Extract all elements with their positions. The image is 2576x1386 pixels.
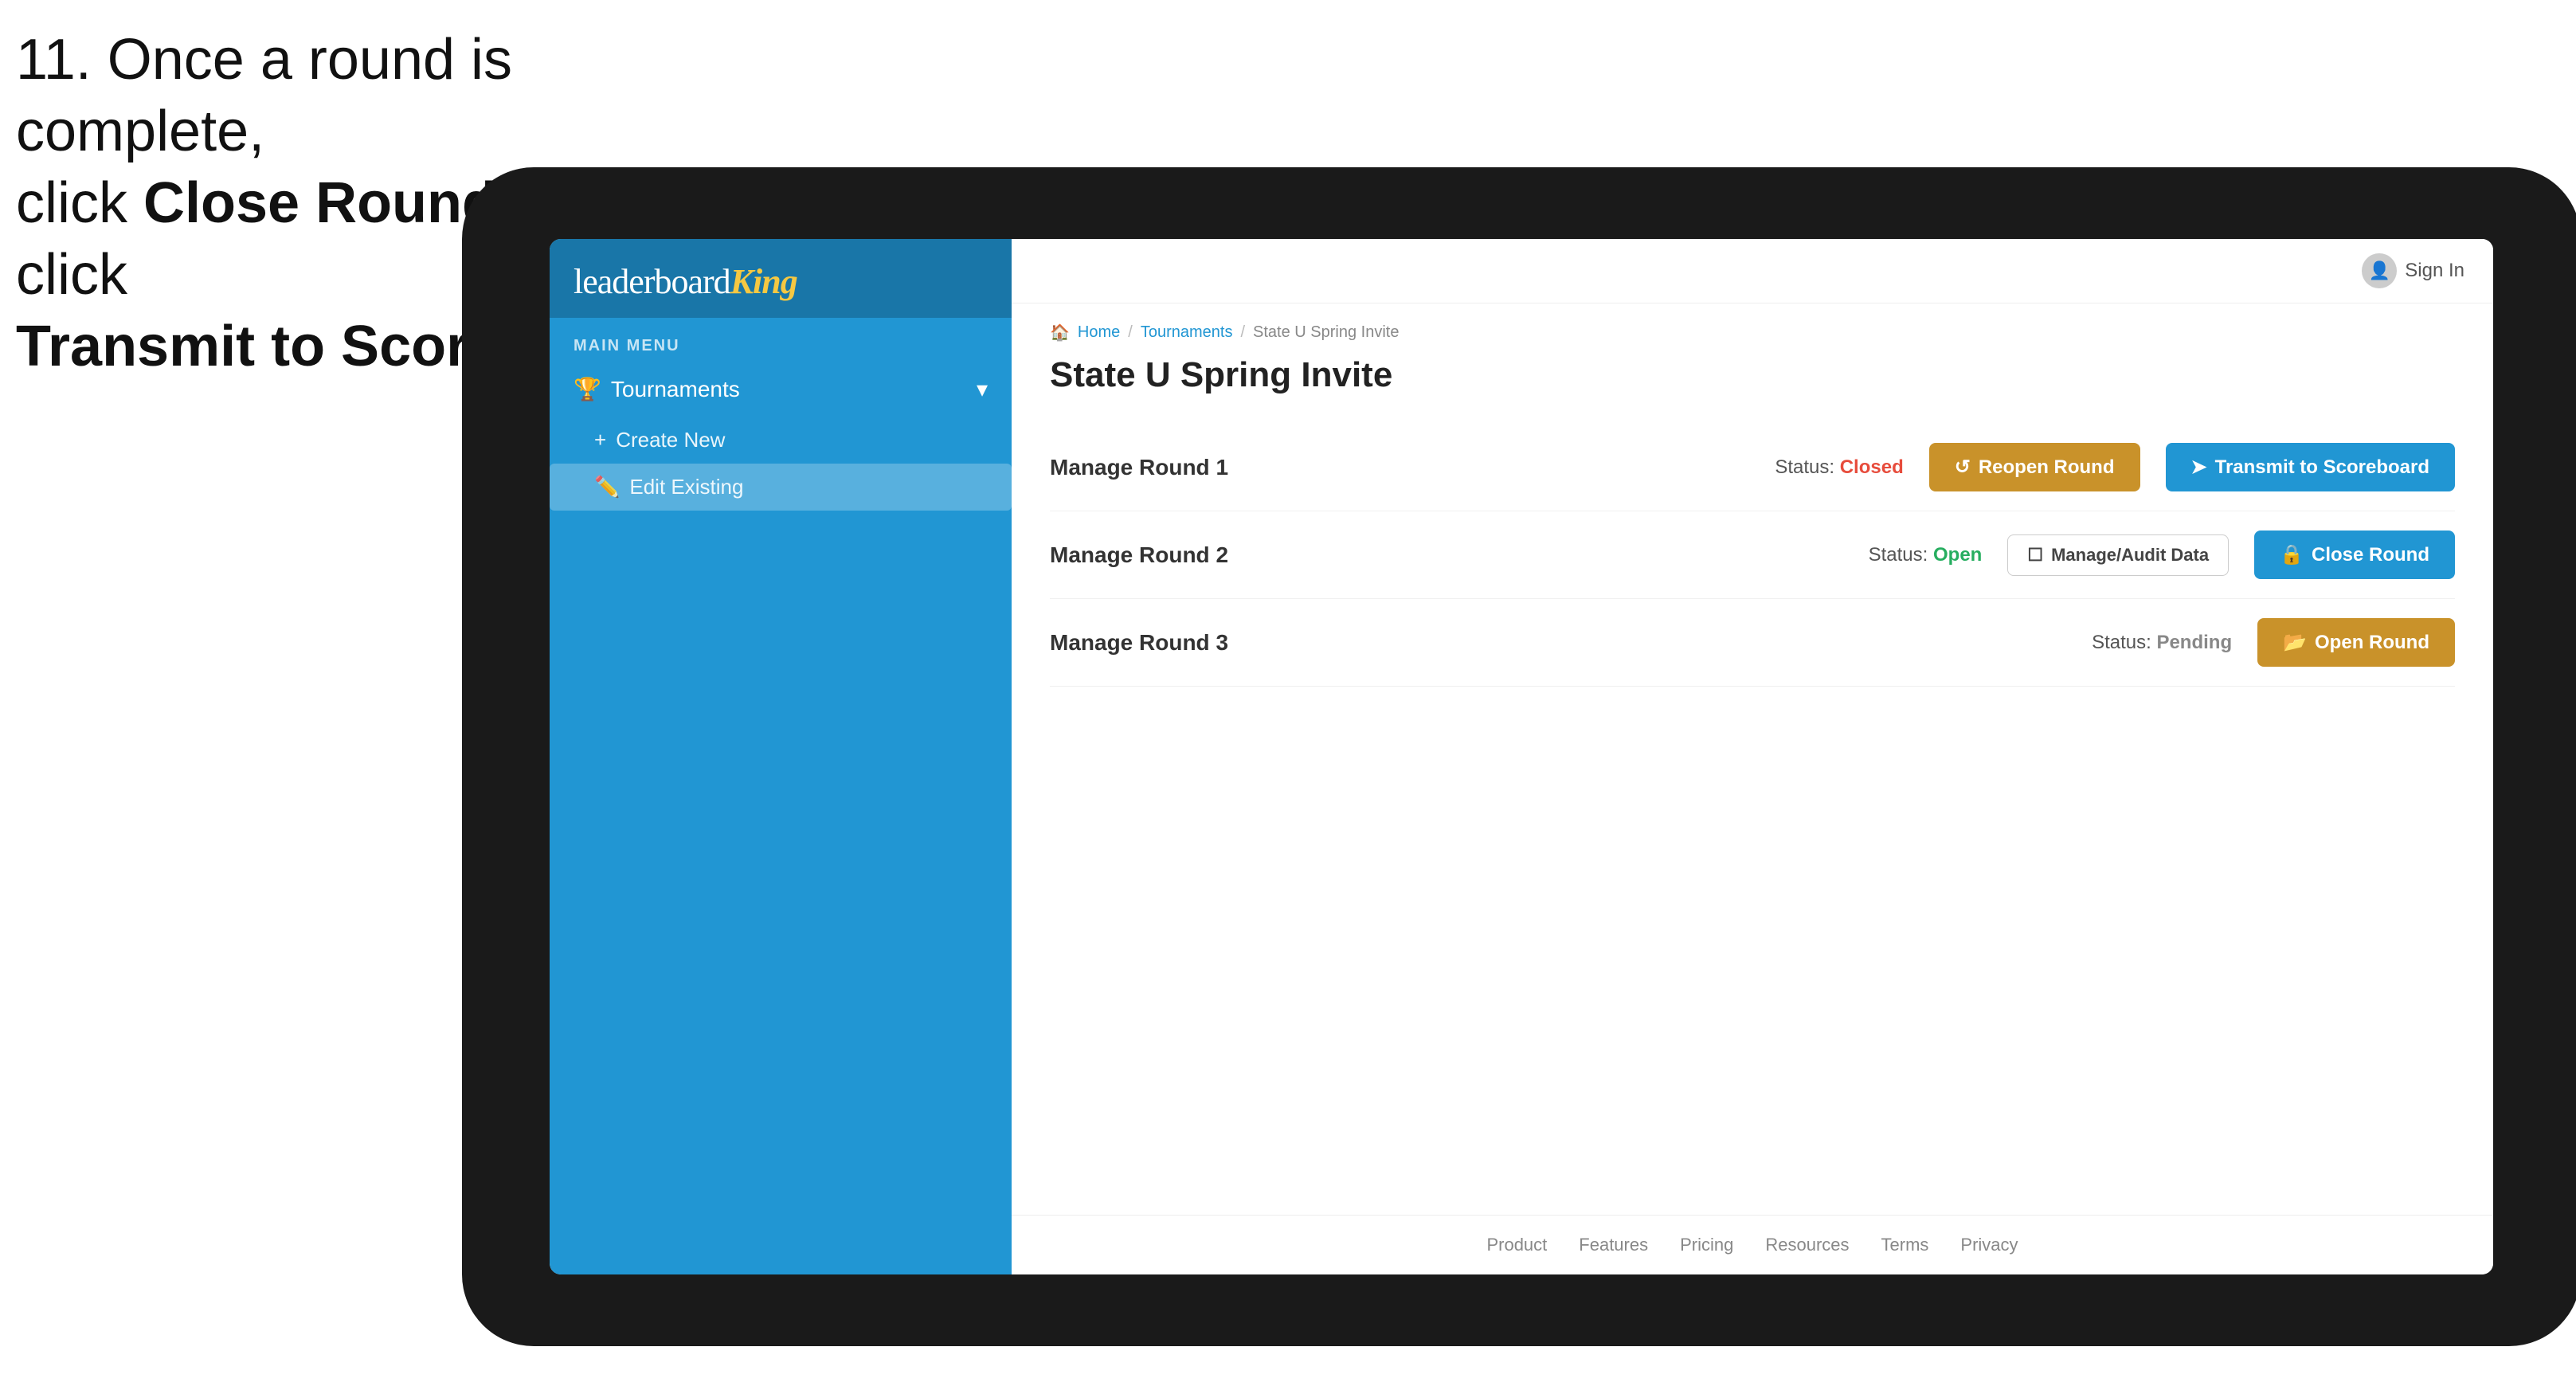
round-3-status: Status: Pending: [2092, 632, 2232, 654]
footer-features[interactable]: Features: [1579, 1235, 1648, 1255]
trophy-icon: 🏆: [574, 376, 601, 402]
instruction-bold1: Close Round: [143, 171, 497, 235]
breadcrumb-tournaments-link[interactable]: Tournaments: [1141, 323, 1233, 342]
round-3-status-value: Pending: [2156, 632, 2232, 653]
sidebar-edit-label: Edit Existing: [629, 475, 743, 499]
round-1-row: Manage Round 1 Status: Closed ↺ Reopen R…: [1050, 424, 2455, 511]
page-footer: Product Features Pricing Resources Terms…: [1012, 1215, 2493, 1274]
reopen-round-button[interactable]: ↺ Reopen Round: [1929, 443, 2140, 491]
sign-in-button[interactable]: 👤 Sign In: [2362, 253, 2464, 288]
send-icon: ➤: [2191, 456, 2207, 479]
tablet-device: leaderboardKing MAIN MENU 🏆 Tournaments …: [462, 167, 2576, 1346]
breadcrumb-home: 🏠: [1050, 323, 1070, 343]
logo-text: leaderboardKing: [574, 261, 988, 302]
folder-open-icon: 📂: [2283, 631, 2307, 654]
chevron-down-icon: ▾: [977, 376, 988, 402]
round-1-status-value: Closed: [1840, 456, 1904, 478]
lock-icon: 🔒: [2280, 543, 2304, 566]
sidebar-section-label: MAIN MENU: [550, 318, 1012, 362]
sign-in-label: Sign In: [2405, 260, 2464, 282]
round-3-status-label: Status:: [2092, 632, 2151, 653]
sidebar-sub-item-edit[interactable]: ✏️ Edit Existing: [550, 464, 1012, 511]
sidebar-sub-item-create[interactable]: + Create New: [550, 417, 1012, 464]
app-layout: leaderboardKing MAIN MENU 🏆 Tournaments …: [550, 239, 2493, 1274]
main-content: 👤 Sign In 🏠 Home / Tournaments / State U…: [1012, 239, 2493, 1274]
round-2-row: Manage Round 2 Status: Open ☐ Manage/Aud…: [1050, 511, 2455, 599]
round-1-right: Status: Closed ↺ Reopen Round ➤ Transmit…: [1775, 443, 2455, 491]
transmit-scoreboard-label: Transmit to Scoreboard: [2215, 456, 2429, 479]
round-1-label: Manage Round 1: [1050, 455, 1228, 480]
round-2-status-value: Open: [1933, 544, 1982, 566]
manage-audit-label: Manage/Audit Data: [2051, 545, 2209, 566]
footer-terms[interactable]: Terms: [1881, 1235, 1929, 1255]
breadcrumb-home-link[interactable]: Home: [1078, 323, 1120, 342]
plus-icon: +: [594, 428, 606, 452]
edit-icon: ✏️: [594, 475, 620, 499]
page-title: State U Spring Invite: [1050, 355, 2455, 395]
close-round-label: Close Round: [2312, 544, 2429, 566]
open-round-label: Open Round: [2315, 632, 2429, 654]
footer-product[interactable]: Product: [1486, 1235, 1547, 1255]
open-round-button[interactable]: 📂 Open Round: [2257, 618, 2455, 667]
sidebar-tournaments-label: Tournaments: [611, 377, 740, 402]
footer-pricing[interactable]: Pricing: [1680, 1235, 1733, 1255]
breadcrumb: 🏠 Home / Tournaments / State U Spring In…: [1050, 323, 2455, 343]
avatar: 👤: [2362, 253, 2397, 288]
manage-audit-button[interactable]: ☐ Manage/Audit Data: [2007, 534, 2229, 576]
reopen-round-label: Reopen Round: [1979, 456, 2115, 479]
round-3-right: Status: Pending 📂 Open Round: [2092, 618, 2455, 667]
round-1-status: Status: Closed: [1775, 456, 1903, 479]
round-1-status-label: Status:: [1775, 456, 1834, 478]
transmit-scoreboard-button[interactable]: ➤ Transmit to Scoreboard: [2166, 443, 2456, 491]
page-content: 🏠 Home / Tournaments / State U Spring In…: [1012, 303, 2493, 1215]
round-2-status: Status: Open: [1869, 544, 1983, 566]
file-icon: ☐: [2027, 545, 2043, 566]
sidebar-logo: leaderboardKing: [550, 239, 1012, 318]
breadcrumb-sep2: /: [1240, 323, 1245, 342]
footer-resources[interactable]: Resources: [1765, 1235, 1849, 1255]
tablet-screen: leaderboardKing MAIN MENU 🏆 Tournaments …: [550, 239, 2493, 1274]
sidebar-item-tournaments-left: 🏆 Tournaments: [574, 376, 740, 402]
breadcrumb-sep1: /: [1128, 323, 1133, 342]
header-bar: 👤 Sign In: [1012, 239, 2493, 303]
sidebar-item-tournaments[interactable]: 🏆 Tournaments ▾: [550, 362, 1012, 417]
round-2-label: Manage Round 2: [1050, 542, 1228, 568]
round-3-row: Manage Round 3 Status: Pending 📂 Open Ro…: [1050, 599, 2455, 687]
sidebar: leaderboardKing MAIN MENU 🏆 Tournaments …: [550, 239, 1012, 1274]
round-3-label: Manage Round 3: [1050, 630, 1228, 656]
logo-king: King: [730, 262, 797, 301]
round-2-status-label: Status:: [1869, 544, 1928, 566]
close-round-button[interactable]: 🔒 Close Round: [2254, 531, 2455, 579]
instruction-line1: 11. Once a round is complete,: [16, 24, 733, 167]
sidebar-create-label: Create New: [616, 428, 725, 452]
reopen-icon: ↺: [1955, 456, 1971, 479]
footer-privacy[interactable]: Privacy: [1960, 1235, 2018, 1255]
round-2-right: Status: Open ☐ Manage/Audit Data 🔒 Close…: [1869, 531, 2455, 579]
breadcrumb-current: State U Spring Invite: [1253, 323, 1399, 342]
